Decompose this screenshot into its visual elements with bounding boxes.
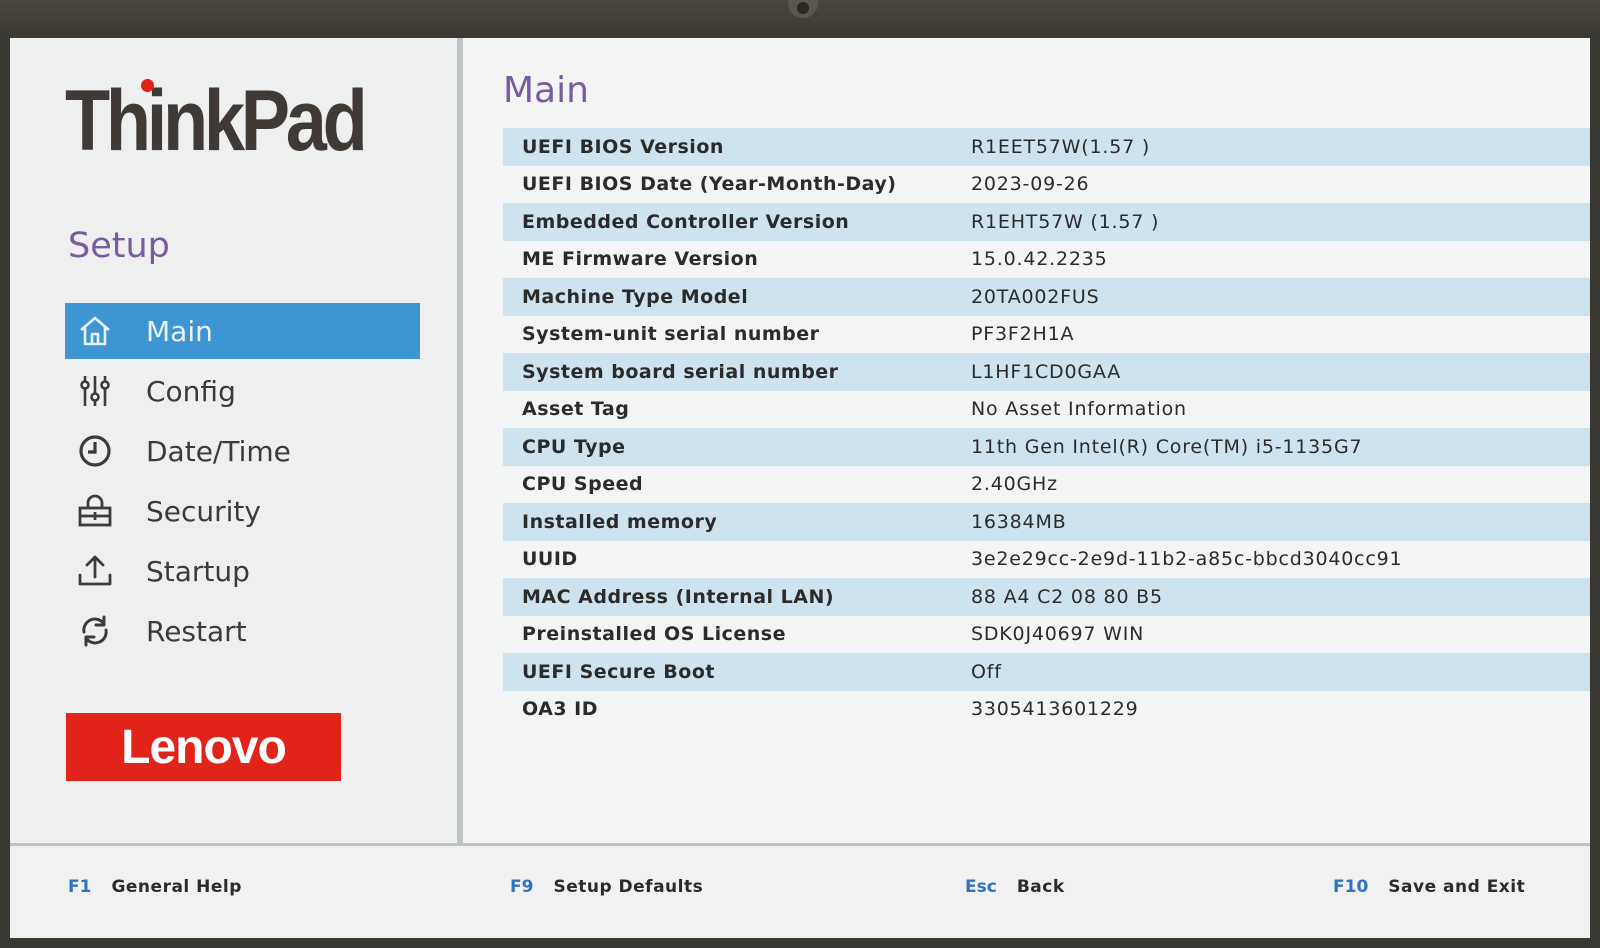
general-help-shortcut[interactable]: F1 General Help xyxy=(68,877,242,897)
row-value: L1HF1CD0GAA xyxy=(971,360,1122,383)
row-value: 88 A4 C2 08 80 B5 xyxy=(971,585,1163,608)
sidebar-item-config[interactable]: Config xyxy=(65,363,420,419)
table-row[interactable]: OA3 ID 3305413601229 xyxy=(503,691,1590,729)
row-label: System board serial number xyxy=(522,360,839,383)
row-label: UUID xyxy=(522,548,578,571)
sliders-icon xyxy=(76,372,114,410)
table-row[interactable]: Preinstalled OS License SDK0J40697 WIN xyxy=(503,616,1590,654)
sidebar-item-startup[interactable]: Startup xyxy=(65,543,420,599)
sidebar-item-restart[interactable]: Restart xyxy=(65,603,420,659)
row-label: MAC Address (Internal LAN) xyxy=(522,585,835,608)
footer-keybar: F1 General Help F9 Setup Defaults Esc Ba… xyxy=(10,843,1590,938)
sidebar-nav: Main Config Date/Time Security Startup R… xyxy=(65,303,420,663)
row-value: 3e2e29cc-2e9d-11b2-a85c-bbcd3040cc91 xyxy=(971,548,1403,571)
row-label: Embedded Controller Version xyxy=(522,210,850,233)
esc-key: Esc xyxy=(965,877,997,897)
webcam xyxy=(788,0,818,18)
table-row[interactable]: UEFI BIOS Version R1EET57W(1.57 ) xyxy=(503,128,1590,166)
sidebar-item-label: Config xyxy=(146,374,236,408)
row-label: UEFI BIOS Date (Year-Month-Day) xyxy=(522,173,897,196)
table-row[interactable]: System-unit serial number PF3F2H1A xyxy=(503,316,1590,354)
sidebar-item-label: Startup xyxy=(146,554,250,588)
row-value: 16384MB xyxy=(971,510,1067,533)
setup-defaults-shortcut[interactable]: F9 Setup Defaults xyxy=(510,877,703,897)
row-label: OA3 ID xyxy=(522,698,599,721)
page-title: Main xyxy=(503,70,589,111)
table-row[interactable]: System board serial number L1HF1CD0GAA xyxy=(503,353,1590,391)
table-row[interactable]: CPU Speed 2.40GHz xyxy=(503,466,1590,504)
sidebar-item-main[interactable]: Main xyxy=(65,303,420,359)
sidebar-item-label: Restart xyxy=(146,614,247,648)
system-info-table: UEFI BIOS Version R1EET57W(1.57 ) UEFI BI… xyxy=(503,128,1590,728)
table-row[interactable]: MAC Address (Internal LAN) 88 A4 C2 08 80… xyxy=(503,578,1590,616)
row-label: UEFI BIOS Version xyxy=(522,135,724,158)
back-shortcut[interactable]: Esc Back xyxy=(965,877,1065,897)
row-label: Machine Type Model xyxy=(522,285,749,308)
back-label: Back xyxy=(1016,877,1065,897)
row-label: Preinstalled OS License xyxy=(522,623,787,646)
table-row[interactable]: UUID 3e2e29cc-2e9d-11b2-a85c-bbcd3040cc91 xyxy=(503,541,1590,579)
row-value: Off xyxy=(971,660,1002,683)
general-help-label: General Help xyxy=(111,877,242,897)
row-value: 3305413601229 xyxy=(971,698,1139,721)
row-label: CPU Speed xyxy=(522,473,644,496)
thinkpad-logo: ThinkPad xyxy=(65,73,368,169)
sidebar-item-label: Security xyxy=(146,494,261,528)
table-row[interactable]: CPU Type 11th Gen Intel(R) Core(TM) i5-11… xyxy=(503,428,1590,466)
setup-title: Setup xyxy=(68,226,170,266)
row-label: ME Firmware Version xyxy=(522,248,759,271)
row-label: Installed memory xyxy=(522,510,718,533)
table-row[interactable]: UEFI Secure Boot Off xyxy=(503,653,1590,691)
row-value: 15.0.42.2235 xyxy=(971,248,1108,271)
row-label: Asset Tag xyxy=(522,398,630,421)
row-label: System-unit serial number xyxy=(522,323,820,346)
clock-icon xyxy=(76,432,114,470)
lenovo-logo: Lenovo xyxy=(66,713,341,781)
row-label: CPU Type xyxy=(522,435,626,458)
table-row[interactable]: ME Firmware Version 15.0.42.2235 xyxy=(503,241,1590,279)
row-value: R1EET57W(1.57 ) xyxy=(971,135,1151,158)
table-row[interactable]: Embedded Controller Version R1EHT57W (1.5… xyxy=(503,203,1590,241)
save-exit-label: Save and Exit xyxy=(1388,877,1526,897)
row-value: 20TA002FUS xyxy=(971,285,1100,308)
row-value: 2023-09-26 xyxy=(971,173,1090,196)
restart-icon xyxy=(76,612,114,650)
table-row[interactable]: Machine Type Model 20TA002FUS xyxy=(503,278,1590,316)
laptop-bezel xyxy=(0,0,1600,38)
sidebar-item-datetime[interactable]: Date/Time xyxy=(65,423,420,479)
table-row[interactable]: UEFI BIOS Date (Year-Month-Day) 2023-09-2… xyxy=(503,166,1590,204)
f9-key: F9 xyxy=(510,877,534,897)
home-icon xyxy=(76,312,114,350)
table-row[interactable]: Installed memory 16384MB xyxy=(503,503,1590,541)
lock-icon xyxy=(76,492,114,530)
main-panel: Main UEFI BIOS Version R1EET57W(1.57 ) UE… xyxy=(463,38,1590,843)
sidebar-item-label: Date/Time xyxy=(146,434,291,468)
f10-key: F10 xyxy=(1333,877,1369,897)
f1-key: F1 xyxy=(68,877,92,897)
row-value: R1EHT57W (1.57 ) xyxy=(971,210,1160,233)
row-value: No Asset Information xyxy=(971,398,1187,421)
row-label: UEFI Secure Boot xyxy=(522,660,715,683)
setup-defaults-label: Setup Defaults xyxy=(553,877,704,897)
sidebar: ThinkPad Setup Main Config Date/Time Sec… xyxy=(10,38,463,843)
thinkpad-logo-dot xyxy=(141,79,154,92)
save-exit-shortcut[interactable]: F10 Save and Exit xyxy=(1333,877,1525,897)
upload-icon xyxy=(76,552,114,590)
row-value: SDK0J40697 WIN xyxy=(971,623,1145,646)
row-value: PF3F2H1A xyxy=(971,323,1075,346)
sidebar-item-label: Main xyxy=(146,314,213,348)
sidebar-item-security[interactable]: Security xyxy=(65,483,420,539)
bios-screen: ThinkPad Setup Main Config Date/Time Sec… xyxy=(10,38,1590,938)
table-row[interactable]: Asset Tag No Asset Information xyxy=(503,391,1590,429)
row-value: 11th Gen Intel(R) Core(TM) i5-1135G7 xyxy=(971,435,1363,458)
row-value: 2.40GHz xyxy=(971,473,1058,496)
